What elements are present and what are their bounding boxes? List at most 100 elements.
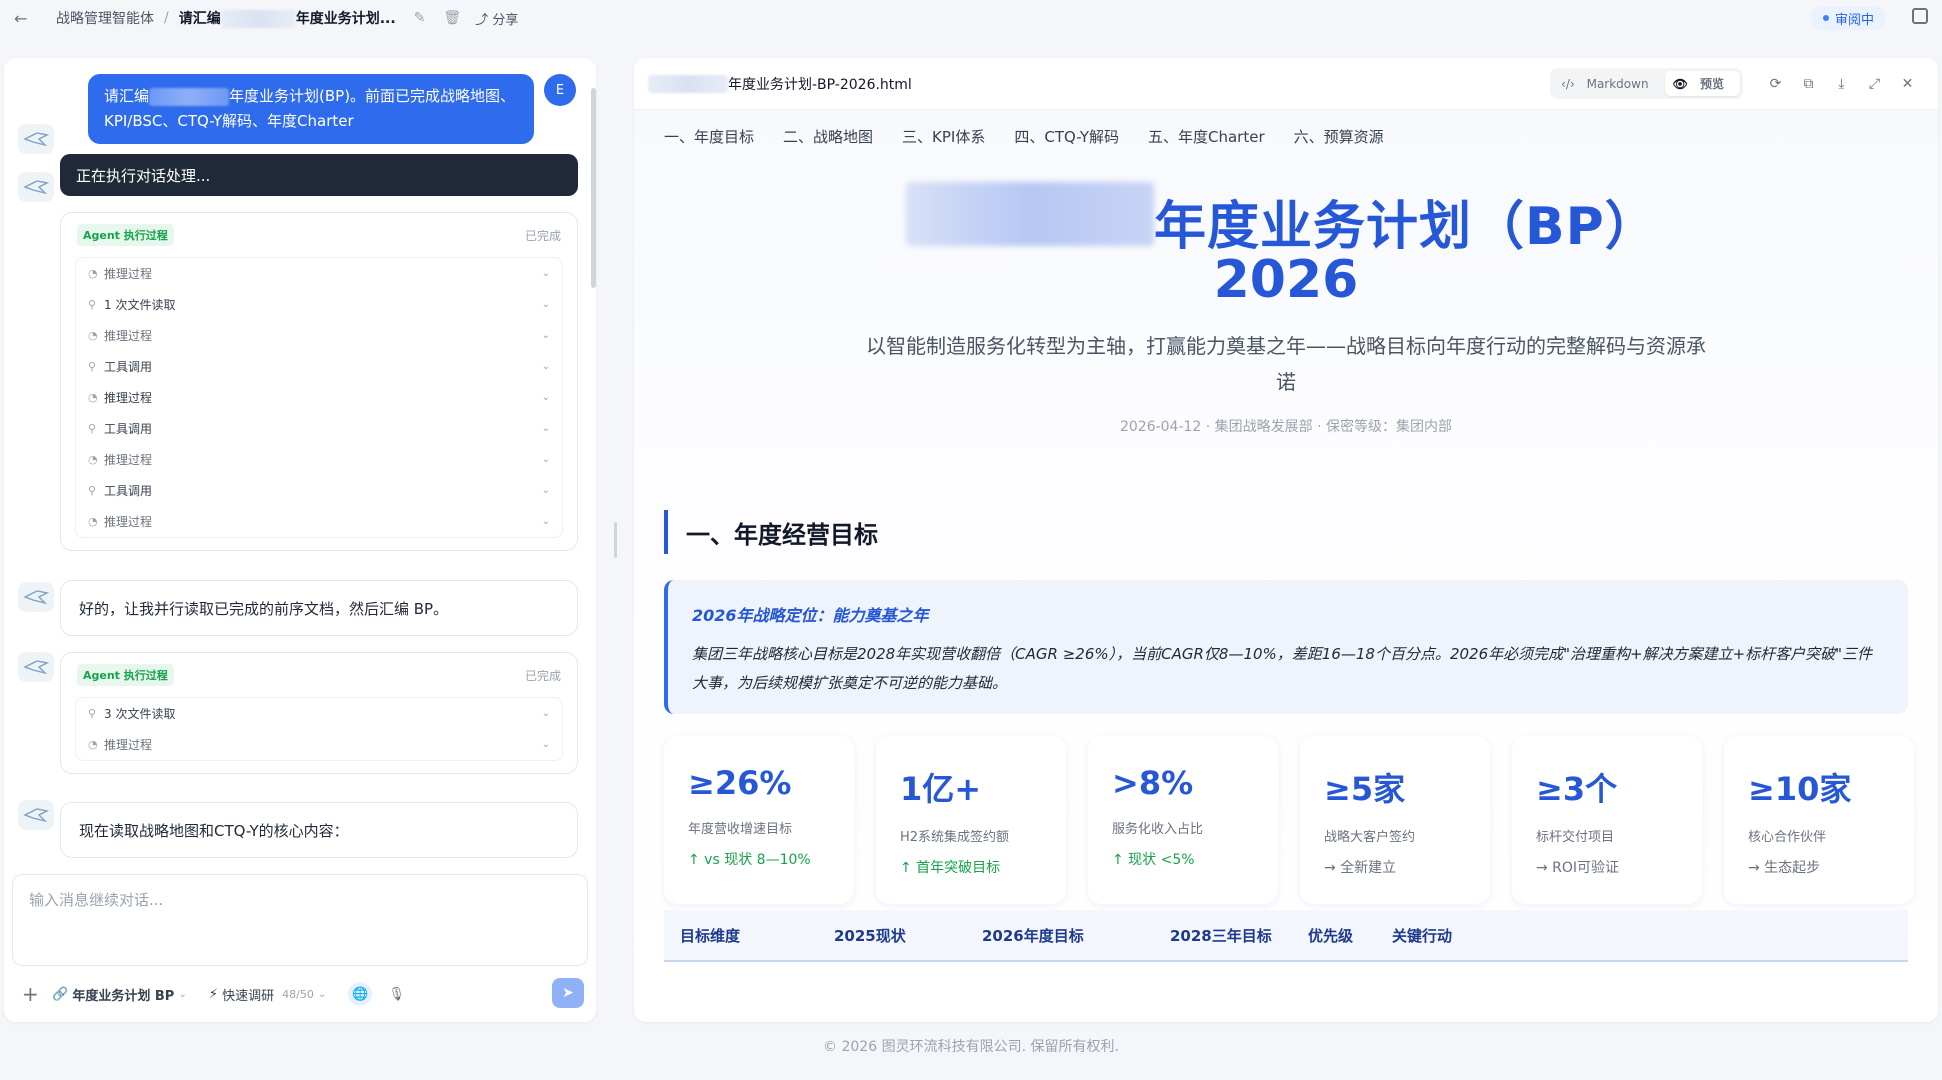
breadcrumb-root[interactable]: 战略管理智能体: [56, 8, 154, 28]
agent-step-label: 推理过程: [104, 515, 153, 529]
table-column-header: 2026年度目标: [982, 926, 1084, 945]
preview-header: 年度业务计划-BP-2026.html ‹/› Markdown 👁 预览 ⟳ …: [634, 58, 1938, 110]
bot-avatar: [18, 124, 54, 154]
doc-nav-tab[interactable]: 二、战略地图: [783, 126, 873, 147]
globe-icon[interactable]: 🌐: [348, 982, 373, 1006]
doc-nav-tab[interactable]: 四、CTQ-Y解码: [1014, 126, 1119, 147]
table-column-header: 2025现状: [834, 926, 906, 945]
agent-process-card: Agent 执行过程 已完成 ◔ 推理过程 ⌄ ⚲ 1 次文件读取 ⌄ ◔ 推理过程 ⌄ ⚲ 工具调…: [60, 212, 578, 551]
section-title: 一、年度经营目标: [664, 510, 878, 554]
preview-view-button[interactable]: 👁 预览: [1664, 71, 1740, 96]
agent-card-header: Agent 执行过程 已完成: [61, 653, 577, 697]
kpi-label: 年度营收增速目标: [688, 822, 793, 837]
agent-steps: ⚲ 3 次文件读取 ⌄ ◔ 推理过程 ⌄: [75, 697, 563, 761]
kpi-label: 服务化收入占比: [1112, 822, 1204, 837]
chevron-down-icon: ⌄: [541, 299, 550, 310]
top-bar: ← 战略管理智能体 / 请汇编 年度业务计划... ✎ 🗑 ⤴ 分享 审阅中: [0, 0, 1942, 36]
reasoning-icon: ◔: [88, 391, 98, 404]
tool-icon: ⚲: [88, 422, 97, 435]
kpi-delta: ↑ 首年突破目标: [900, 860, 1001, 876]
agent-step[interactable]: ◔ 推理过程 ⌄: [76, 382, 562, 413]
doc-nav-tab[interactable]: 六、预算资源: [1294, 126, 1384, 147]
agent-step[interactable]: ⚲ 工具调用 ⌄: [76, 475, 562, 506]
agent-step[interactable]: ⚲ 工具调用 ⌄: [76, 351, 562, 382]
user-bubble: 请汇编 年度业务计划(BP)。前面已完成战略地图、KPI/BSC、CTQ-Y解码、…: [88, 74, 534, 144]
bot-avatar: [18, 172, 54, 202]
skill-selector[interactable]: 🔗 年度业务计划 BP ⌄: [52, 985, 187, 1004]
document-preview[interactable]: 一、年度目标 二、战略地图 三、KPI体系 四、CTQ-Y解码 五、年度Charter 六…: [634, 110, 1938, 1022]
document-subtitle: 以智能制造服务化转型为主轴，打赢能力奠基之年——战略目标向年度行动的完整解码与资…: [866, 334, 1706, 394]
bird-icon: [23, 132, 49, 147]
refresh-icon[interactable]: ⟳: [1759, 76, 1792, 92]
agent-process-card: Agent 执行过程 已完成 ⚲ 3 次文件读取 ⌄ ◔ 推理过程 ⌄: [60, 652, 578, 774]
agent-step[interactable]: ⚲ 1 次文件读取 ⌄: [76, 289, 562, 320]
composer-toolbar: + 🔗 年度业务计划 BP ⌄ ⚡ 快速调研 48/50 ⌄ 🌐 🎙 ➤: [22, 978, 584, 1008]
table-column-header: 目标维度: [680, 926, 741, 945]
download-icon[interactable]: ⤓: [1825, 76, 1858, 92]
table-column-header: 2028三年目标: [1170, 926, 1272, 945]
agent-step[interactable]: ◔ 推理过程 ⌄: [76, 320, 562, 351]
agent-step-label: 推理过程: [104, 453, 153, 467]
share-button[interactable]: ⤴ 分享: [475, 9, 518, 28]
kpi-card: ≥5家 战略大客户签约 → 全新建立: [1300, 736, 1490, 904]
kpi-cards: ≥26% 年度营收增速目标 ↑ vs 现状 8—10% 1亿+ H2系统集成签约额 ↑ 首…: [664, 736, 1914, 904]
tool-icon: ⚲: [88, 298, 97, 311]
redacted-name: [149, 87, 230, 106]
message-input[interactable]: 输入消息继续对话...: [12, 874, 588, 966]
assistant-message: 好的，让我并行读取已完成的前序文档，然后汇编 BP。: [60, 580, 578, 636]
chat-panel: 请汇编 年度业务计划(BP)。前面已完成战略地图、KPI/BSC、CTQ-Y解码、…: [4, 58, 596, 1022]
markdown-view-button[interactable]: ‹/› Markdown: [1553, 73, 1664, 95]
kpi-delta: → 全新建立: [1324, 860, 1397, 876]
tool-icon: ⚲: [88, 484, 97, 497]
redacted-company: [906, 182, 1154, 246]
send-button[interactable]: ➤: [552, 978, 584, 1008]
agent-step[interactable]: ◔ 推理过程 ⌄: [76, 506, 562, 537]
kpi-card: >8% 服务化收入占比 ↑ 现状 <5%: [1088, 736, 1278, 904]
close-icon[interactable]: ✕: [1891, 76, 1924, 92]
doc-nav-tab[interactable]: 三、KPI体系: [902, 126, 985, 147]
kpi-value: ≥3个: [1536, 770, 1618, 808]
plus-icon[interactable]: +: [22, 982, 52, 1006]
kpi-delta: ↑ vs 现状 8—10%: [688, 852, 811, 868]
agent-step[interactable]: ⚲ 工具调用 ⌄: [76, 413, 562, 444]
kpi-value: 1亿+: [900, 770, 982, 808]
kpi-label: 战略大客户签约: [1324, 830, 1416, 845]
running-status: 正在执行对话处理...: [60, 154, 578, 196]
agent-step[interactable]: ◔ 推理过程 ⌄: [76, 729, 562, 760]
preview-tools: ‹/› Markdown 👁 预览 ⟳ ⧉ ⤓ ⤢ ✕: [1550, 68, 1924, 99]
bot-avatar: [18, 582, 54, 612]
file-name: 年度业务计划-BP-2026.html: [648, 74, 912, 94]
doc-nav-tab[interactable]: 五、年度Charter: [1148, 126, 1265, 147]
reasoning-icon: ◔: [88, 515, 98, 528]
tool-icon: ⚲: [88, 360, 97, 373]
bird-icon: [23, 590, 49, 605]
chevron-down-icon: ⌄: [317, 988, 327, 1000]
kpi-delta: ↑ 现状 <5%: [1112, 852, 1195, 868]
back-arrow-icon[interactable]: ←: [14, 9, 36, 28]
microphone-icon[interactable]: 🎙: [388, 987, 405, 1002]
agent-step[interactable]: ◔ 推理过程 ⌄: [76, 258, 562, 289]
chevron-down-icon: ⌄: [541, 330, 550, 341]
agent-card-header: Agent 执行过程 已完成: [61, 213, 577, 257]
status-badge[interactable]: 审阅中: [1810, 6, 1886, 30]
expand-icon[interactable]: ⤢: [1858, 76, 1891, 92]
chat-messages[interactable]: 请汇编 年度业务计划(BP)。前面已完成战略地图、KPI/BSC、CTQ-Y解码、…: [4, 58, 596, 858]
agent-step[interactable]: ◔ 推理过程 ⌄: [76, 444, 562, 475]
kpi-value: >8%: [1112, 764, 1194, 802]
mode-selector[interactable]: ⚡ 快速调研 48/50 ⌄: [209, 985, 327, 1004]
callout-title: 2026年战略定位：能力奠基之年: [692, 606, 929, 625]
breadcrumb-current: 请汇编 年度业务计划...: [178, 10, 396, 28]
panel-toggle-icon[interactable]: [1912, 8, 1928, 24]
chat-scrollbar[interactable]: [591, 88, 596, 288]
edit-icon[interactable]: ✎: [414, 10, 426, 26]
trash-icon[interactable]: 🗑: [443, 10, 461, 26]
status-dot: [1822, 15, 1829, 21]
doc-nav-tab[interactable]: 一、年度目标: [664, 126, 754, 147]
agent-step[interactable]: ⚲ 3 次文件读取 ⌄: [76, 698, 562, 729]
agent-step-label: 推理过程: [104, 267, 153, 281]
share-icon: ⤴: [475, 12, 489, 28]
copy-icon[interactable]: ⧉: [1792, 76, 1825, 92]
reasoning-icon: ◔: [88, 738, 98, 751]
resize-handle[interactable]: [614, 522, 617, 558]
kpi-delta: → 生态起步: [1748, 860, 1821, 876]
